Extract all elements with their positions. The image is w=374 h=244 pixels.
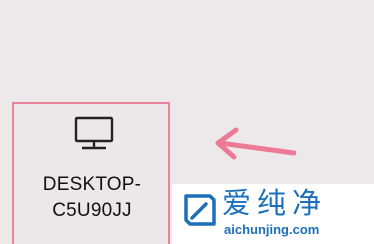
- monitor-icon: [74, 116, 114, 150]
- device-name-line2: C5U90JJ: [52, 200, 132, 221]
- device-name-line1: DESKTOP-: [42, 174, 142, 195]
- pointer-arrow-icon: [215, 127, 296, 160]
- watermark: 爱纯净 aichunjing.com: [172, 184, 374, 244]
- watermark-logo-icon: [184, 194, 216, 226]
- device-tile-desktop[interactable]: DESKTOP- C5U90JJ: [12, 102, 170, 244]
- watermark-brand: 爱纯净: [222, 186, 328, 220]
- watermark-url: aichunjing.com: [224, 222, 320, 237]
